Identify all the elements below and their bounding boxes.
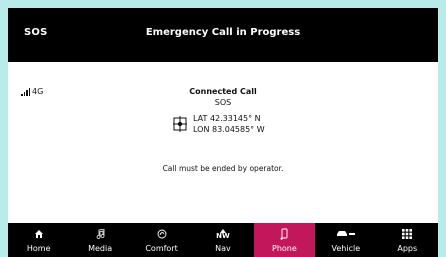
nav-item-comfort[interactable]: Comfort [131,223,192,257]
compass-heading: NW [216,231,230,240]
longitude-row: LON 83.04585° W [193,124,265,135]
top-bar: SOS Emergency Call in Progress [8,8,438,62]
emergency-call-screen: SOS Emergency Call in Progress 4G Connec… [8,8,438,257]
comfort-icon [131,228,192,240]
nav-item-phone[interactable]: Phone [253,223,316,257]
nav-label-home: Home [26,244,51,253]
car-icon [315,228,376,240]
nav-label-apps: Apps [397,244,418,253]
grid-icon [377,228,438,240]
nav-label-comfort: Comfort [145,244,178,253]
nav-item-vehicle[interactable]: Vehicle [315,223,376,257]
call-note: Call must be ended by operator. [162,164,284,173]
compass-icon: NW [192,228,253,240]
nav-item-nav[interactable]: NW Nav [192,223,253,257]
location-block: LAT 42.33145° N LON 83.04585° W [173,113,265,135]
bottom-nav: Home Media Comfort NW Nav Phone Vehicle … [8,223,438,257]
call-state: Connected Call [189,87,257,96]
music-note-icon [69,228,130,240]
nav-label-media: Media [88,244,113,253]
nav-label-phone: Phone [272,244,297,253]
nav-item-home[interactable]: Home [8,223,69,257]
longitude-value: 83.04585° W [212,125,265,134]
nav-label-nav: Nav [215,244,231,253]
nav-item-media[interactable]: Media [69,223,130,257]
latitude-value: 42.33145° N [209,114,261,123]
longitude-label: LON [193,125,210,134]
nav-label-vehicle: Vehicle [331,244,361,253]
phone-icon [254,228,315,240]
nav-item-apps[interactable]: Apps [377,223,438,257]
latitude-label: LAT [193,114,208,123]
page-title: Emergency Call in Progress [145,27,301,38]
location-crosshair-icon [173,116,187,132]
home-icon [8,228,69,240]
latitude-row: LAT 42.33145° N [193,113,265,124]
call-service: SOS [214,98,232,107]
